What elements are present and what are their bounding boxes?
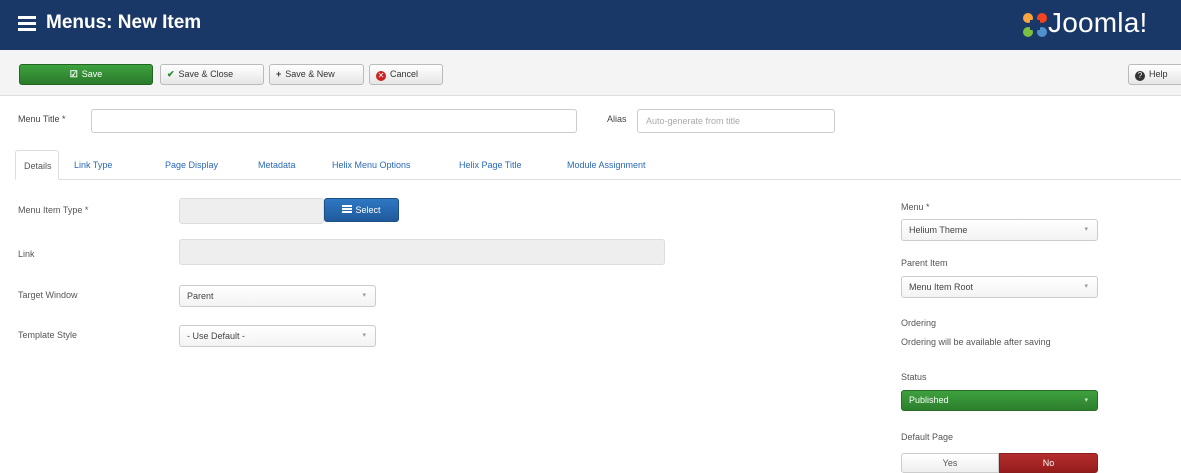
tab-helix-menu-options[interactable]: Helix Menu Options xyxy=(332,150,411,180)
chevron-down-icon: ▾ xyxy=(1084,283,1088,290)
default-page-no-button[interactable]: No xyxy=(999,453,1098,473)
parent-item-value: Menu Item Root xyxy=(909,282,974,292)
target-window-select[interactable]: Parent ▾ xyxy=(179,285,376,307)
menu-item-type-label: Menu Item Type * xyxy=(18,205,89,215)
tab-details[interactable]: Details xyxy=(15,150,59,180)
page-title: Menus: New Item xyxy=(46,12,202,33)
select-button-label: Select xyxy=(355,205,381,215)
ordering-note: Ordering will be available after saving xyxy=(901,337,1051,347)
target-window-value: Parent xyxy=(187,291,214,301)
default-page-label: Default Page xyxy=(901,432,954,442)
toolbar: ☑ Save ✔ Save & Close + Save & New ✕ Cancel … xyxy=(0,50,1181,96)
save-new-button[interactable]: + Save & New xyxy=(269,64,364,85)
save-button[interactable]: ☑ Save xyxy=(19,64,153,85)
template-style-value: - Use Default - xyxy=(187,331,246,341)
tab-metadata[interactable]: Metadata xyxy=(258,150,296,180)
menu-item-type-field xyxy=(179,198,324,224)
app-header: Menus: New Item Joomla! xyxy=(0,0,1181,50)
tab-link-type[interactable]: Link Type xyxy=(74,150,112,180)
chevron-down-icon: ▾ xyxy=(1084,226,1088,233)
menu-title-input[interactable] xyxy=(91,109,577,133)
status-value: Published xyxy=(909,395,949,405)
cancel-icon: ✕ xyxy=(376,71,386,81)
menu-list-icon xyxy=(18,16,36,32)
save-close-button[interactable]: ✔ Save & Close xyxy=(160,64,264,85)
link-label: Link xyxy=(18,249,35,259)
check-icon: ✔ xyxy=(167,69,175,79)
template-style-label: Template Style xyxy=(18,330,78,340)
joomla-logo-text: Joomla! xyxy=(1048,7,1148,38)
tab-page-display[interactable]: Page Display xyxy=(165,150,218,180)
tab-bar: Details Link Type Page Display Metadata … xyxy=(15,150,1181,180)
save-label: Save xyxy=(81,69,103,79)
ordering-label: Ordering xyxy=(901,318,937,328)
alias-label: Alias xyxy=(607,114,627,124)
menu-label: Menu * xyxy=(901,202,930,212)
menu-value: Helium Theme xyxy=(909,225,968,235)
template-style-select[interactable]: - Use Default - ▾ xyxy=(179,325,376,347)
save-new-label: Save & New xyxy=(285,69,335,79)
help-button[interactable]: ? Help xyxy=(1128,64,1181,85)
chevron-down-icon: ▾ xyxy=(1084,397,1088,404)
default-page-yes-button[interactable]: Yes xyxy=(901,453,999,473)
help-label: Help xyxy=(1149,69,1168,79)
tab-helix-page-title[interactable]: Helix Page Title xyxy=(459,150,522,180)
save-icon: ☑ xyxy=(69,69,78,79)
help-icon: ? xyxy=(1135,71,1145,81)
select-menu-item-type-button[interactable]: Select xyxy=(324,198,399,222)
link-field xyxy=(179,239,665,265)
list-icon xyxy=(342,205,353,214)
parent-item-select[interactable]: Menu Item Root ▾ xyxy=(901,276,1098,298)
tab-module-assignment[interactable]: Module Assignment xyxy=(567,150,646,180)
alias-input[interactable]: Auto-generate from title xyxy=(637,109,835,133)
menu-title-label: Menu Title * xyxy=(18,114,66,124)
status-select[interactable]: Published ▾ xyxy=(901,390,1098,411)
status-label: Status xyxy=(901,372,927,382)
chevron-down-icon: ▾ xyxy=(362,332,366,339)
menu-select[interactable]: Helium Theme ▾ xyxy=(901,219,1098,241)
chevron-down-icon: ▾ xyxy=(362,292,366,299)
plus-icon: + xyxy=(276,69,282,79)
parent-item-label: Parent Item xyxy=(901,258,948,268)
save-close-label: Save & Close xyxy=(178,69,234,79)
target-window-label: Target Window xyxy=(18,290,78,300)
cancel-label: Cancel xyxy=(390,69,419,79)
cancel-button[interactable]: ✕ Cancel xyxy=(369,64,443,85)
